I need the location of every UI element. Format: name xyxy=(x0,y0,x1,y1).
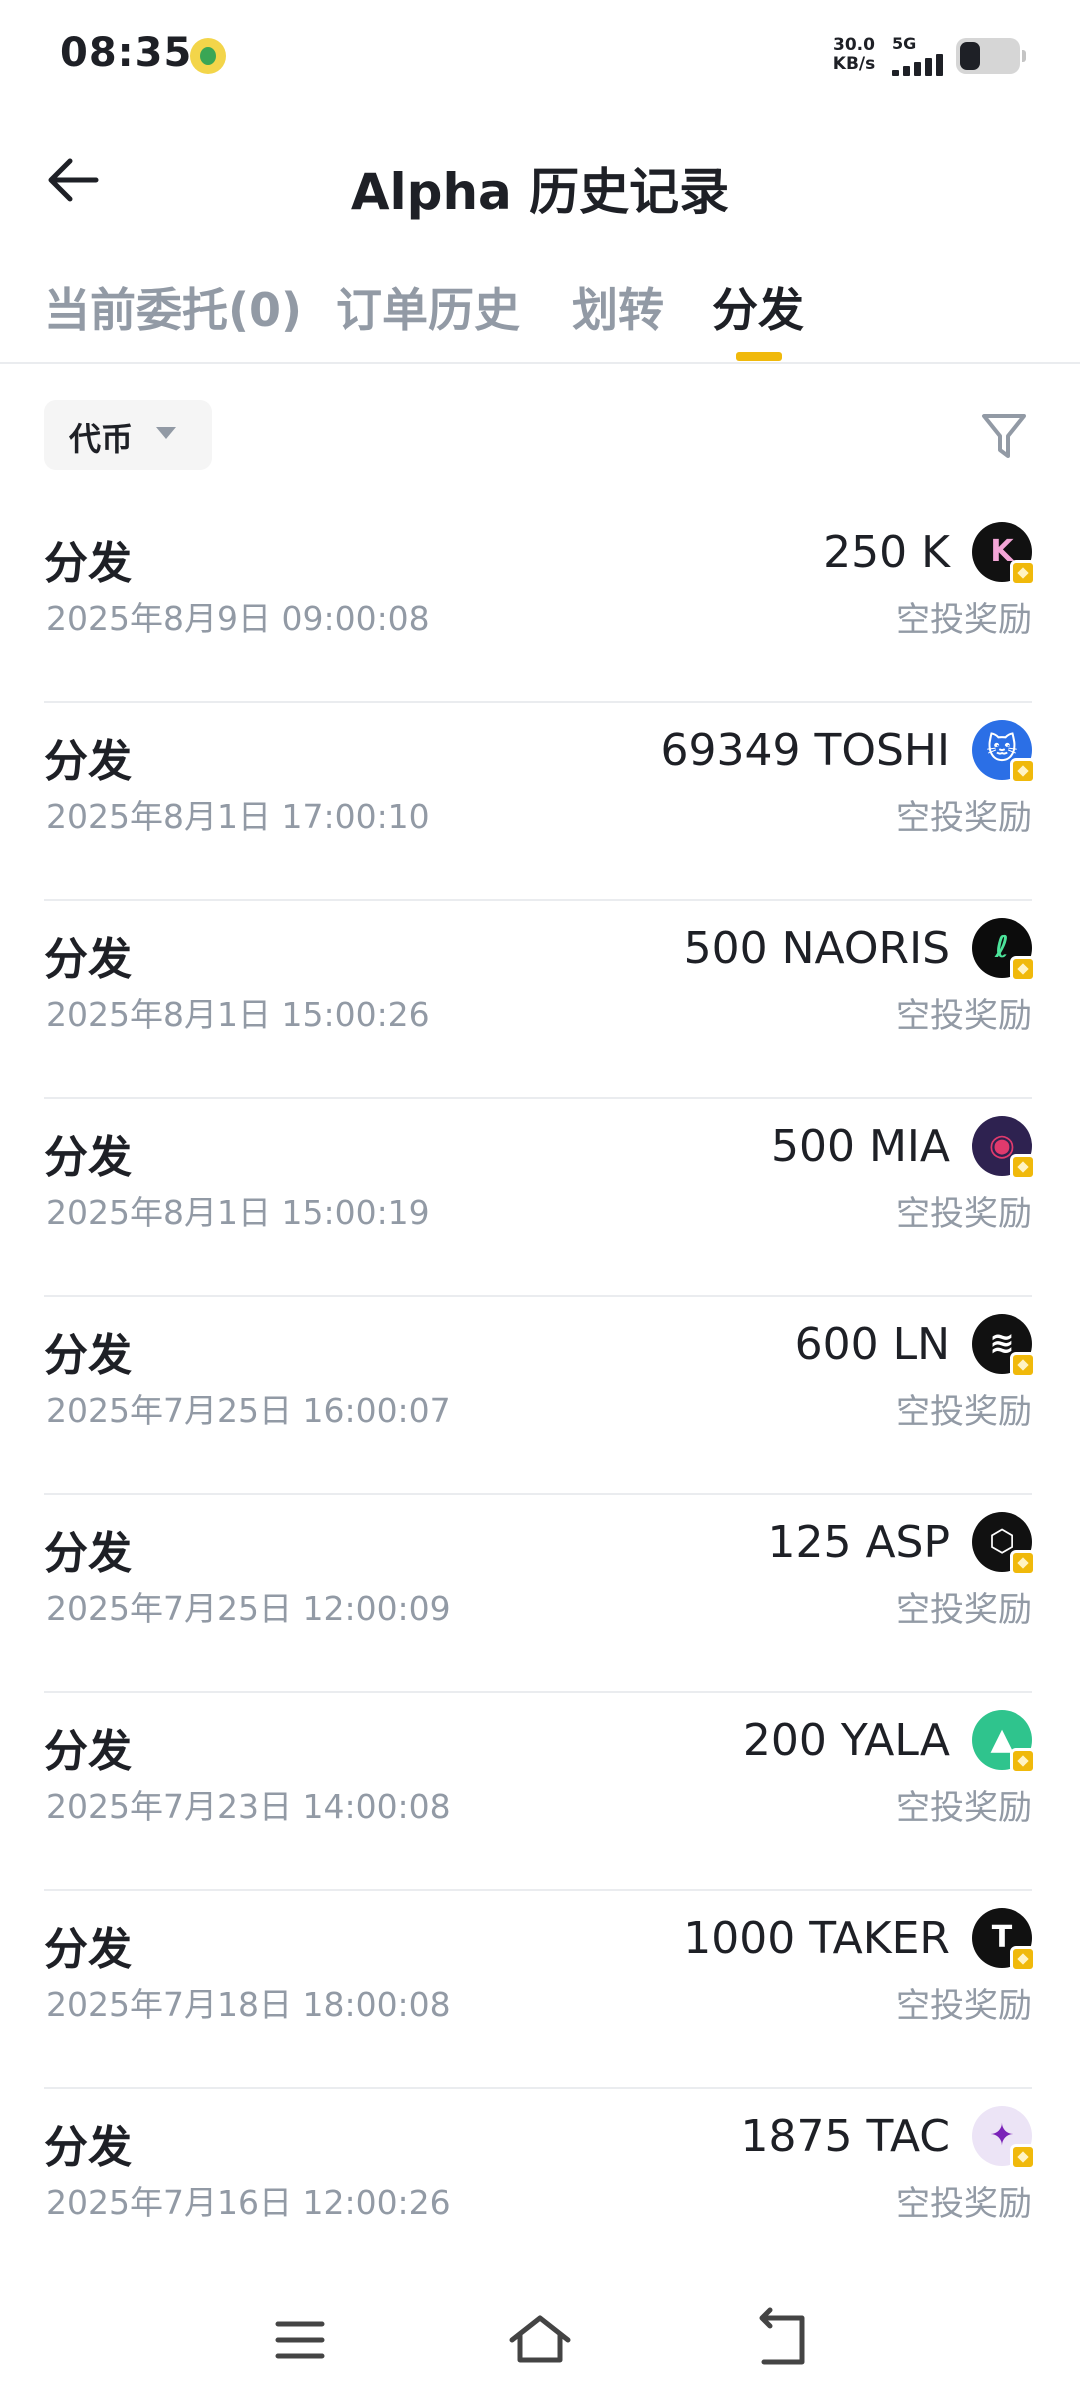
header: Alpha 历史记录 xyxy=(0,112,1080,248)
home-button[interactable] xyxy=(500,2300,580,2380)
distribution-list: 分发 2025年8月9日 09:00:08 250 K 空投奖励 K 分发 2025年8月1… xyxy=(44,505,1036,2287)
record-note: 空投奖励 xyxy=(896,1986,1032,2026)
binance-badge-icon xyxy=(1010,560,1036,586)
binance-badge-icon xyxy=(1010,1748,1036,1774)
record-note: 空投奖励 xyxy=(896,1590,1032,1630)
record-amount: 1000 TAKER xyxy=(683,1913,950,1964)
menu-button[interactable] xyxy=(260,2300,340,2380)
record-type: 分发 xyxy=(44,1528,132,1579)
binance-badge-icon xyxy=(1010,1550,1036,1576)
status-time: 08:35 xyxy=(60,30,193,76)
list-item[interactable]: 分发 2025年8月1日 15:00:19 500 MIA 空投奖励 ◉ xyxy=(44,1099,1036,1297)
signal-icon xyxy=(892,54,946,76)
record-amount: 250 K xyxy=(823,527,950,578)
record-amount: 125 ASP xyxy=(767,1517,950,1568)
tab-bar: 当前委托(0) 订单历史 划转 分发 xyxy=(0,262,1080,364)
menu-icon xyxy=(275,2321,325,2359)
record-amount: 1875 TAC xyxy=(740,2111,950,2162)
list-item[interactable]: 分发 2025年7月16日 12:00:26 1875 TAC 空投奖励 ✦ xyxy=(44,2089,1036,2287)
list-item[interactable]: 分发 2025年8月9日 09:00:08 250 K 空投奖励 K xyxy=(44,505,1036,703)
caret-down-icon xyxy=(156,427,176,439)
record-amount: 500 MIA xyxy=(770,1121,950,1172)
funnel-icon xyxy=(982,414,1026,458)
record-time: 2025年8月1日 17:00:10 xyxy=(46,797,430,836)
record-note: 空投奖励 xyxy=(896,1788,1032,1828)
notification-app-icon xyxy=(190,38,226,74)
binance-badge-icon xyxy=(1010,1154,1036,1180)
token-logo-icon: ▲ xyxy=(972,1710,1036,1774)
record-time: 2025年7月25日 16:00:07 xyxy=(46,1391,451,1430)
record-type: 分发 xyxy=(44,1132,132,1183)
battery-level xyxy=(960,42,980,70)
record-amount: 600 LN xyxy=(794,1319,950,1370)
record-amount: 69349 TOSHI xyxy=(660,725,950,776)
battery-icon xyxy=(956,38,1026,74)
record-amount: 200 YALA xyxy=(742,1715,950,1766)
tab-order-history[interactable]: 订单历史 xyxy=(336,274,520,340)
token-logo-icon: 🐱 xyxy=(972,720,1036,784)
record-time: 2025年7月18日 18:00:08 xyxy=(46,1985,451,2024)
token-logo-icon: K xyxy=(972,522,1036,586)
record-note: 空投奖励 xyxy=(896,1194,1032,1234)
tab-active-indicator xyxy=(736,352,782,361)
record-time: 2025年8月9日 09:00:08 xyxy=(46,599,430,638)
list-item[interactable]: 分发 2025年7月25日 16:00:07 600 LN 空投奖励 ≋ xyxy=(44,1297,1036,1495)
record-amount: 500 NAORIS xyxy=(683,923,950,974)
list-item[interactable]: 分发 2025年7月23日 14:00:08 200 YALA 空投奖励 ▲ xyxy=(44,1693,1036,1891)
record-time: 2025年8月1日 15:00:26 xyxy=(46,995,430,1034)
token-filter-dropdown[interactable]: 代币 xyxy=(44,400,212,470)
network-speed-value: 30.0 xyxy=(833,35,875,55)
binance-badge-icon xyxy=(1010,2144,1036,2170)
list-item[interactable]: 分发 2025年7月25日 12:00:09 125 ASP 空投奖励 ⬡ xyxy=(44,1495,1036,1693)
list-item[interactable]: 分发 2025年8月1日 17:00:10 69349 TOSHI 空投奖励 🐱 xyxy=(44,703,1036,901)
token-logo-icon: ⬡ xyxy=(972,1512,1036,1576)
record-time: 2025年7月23日 14:00:08 xyxy=(46,1787,451,1826)
token-logo-icon: ◉ xyxy=(972,1116,1036,1180)
record-type: 分发 xyxy=(44,1330,132,1381)
record-type: 分发 xyxy=(44,1726,132,1777)
binance-badge-icon xyxy=(1010,956,1036,982)
record-time: 2025年8月1日 15:00:19 xyxy=(46,1193,430,1232)
record-type: 分发 xyxy=(44,934,132,985)
record-note: 空投奖励 xyxy=(896,1392,1032,1432)
token-filter-label: 代币 xyxy=(69,420,134,458)
token-logo-icon: T xyxy=(972,1908,1036,1972)
tab-transfer[interactable]: 划转 xyxy=(572,274,664,340)
system-nav-bar xyxy=(0,2280,1080,2400)
back-nav-button[interactable] xyxy=(740,2300,820,2380)
binance-badge-icon xyxy=(1010,1946,1036,1972)
back-icon xyxy=(759,2307,805,2365)
token-logo-icon: ℓ xyxy=(972,918,1036,982)
record-type: 分发 xyxy=(44,2122,132,2173)
record-type: 分发 xyxy=(44,538,132,589)
record-note: 空投奖励 xyxy=(896,2184,1032,2224)
tab-open-orders[interactable]: 当前委托(0) xyxy=(44,274,302,340)
record-type: 分发 xyxy=(44,736,132,787)
network-speed-unit: KB/s xyxy=(832,54,876,74)
token-logo-icon: ≋ xyxy=(972,1314,1036,1378)
tab-distribution[interactable]: 分发 xyxy=(712,274,804,340)
list-item[interactable]: 分发 2025年7月18日 18:00:08 1000 TAKER 空投奖励 T xyxy=(44,1891,1036,2089)
record-time: 2025年7月16日 12:00:26 xyxy=(46,2183,451,2222)
record-note: 空投奖励 xyxy=(896,798,1032,838)
binance-badge-icon xyxy=(1010,1352,1036,1378)
network-type: 5G xyxy=(892,34,917,53)
status-bar: 08:35 30.0 KB/s 5G xyxy=(0,0,1080,112)
home-icon xyxy=(509,2315,571,2363)
page-title: Alpha 历史记录 xyxy=(350,163,730,221)
record-type: 分发 xyxy=(44,1924,132,1975)
list-item[interactable]: 分发 2025年8月1日 15:00:26 500 NAORIS 空投奖励 ℓ xyxy=(44,901,1036,1099)
filter-button[interactable] xyxy=(976,406,1032,466)
record-time: 2025年7月25日 12:00:09 xyxy=(46,1589,451,1628)
network-speed: 30.0 KB/s xyxy=(826,36,882,74)
record-note: 空投奖励 xyxy=(896,600,1032,640)
record-note: 空投奖励 xyxy=(896,996,1032,1036)
token-logo-icon: ✦ xyxy=(972,2106,1036,2170)
binance-badge-icon xyxy=(1010,758,1036,784)
